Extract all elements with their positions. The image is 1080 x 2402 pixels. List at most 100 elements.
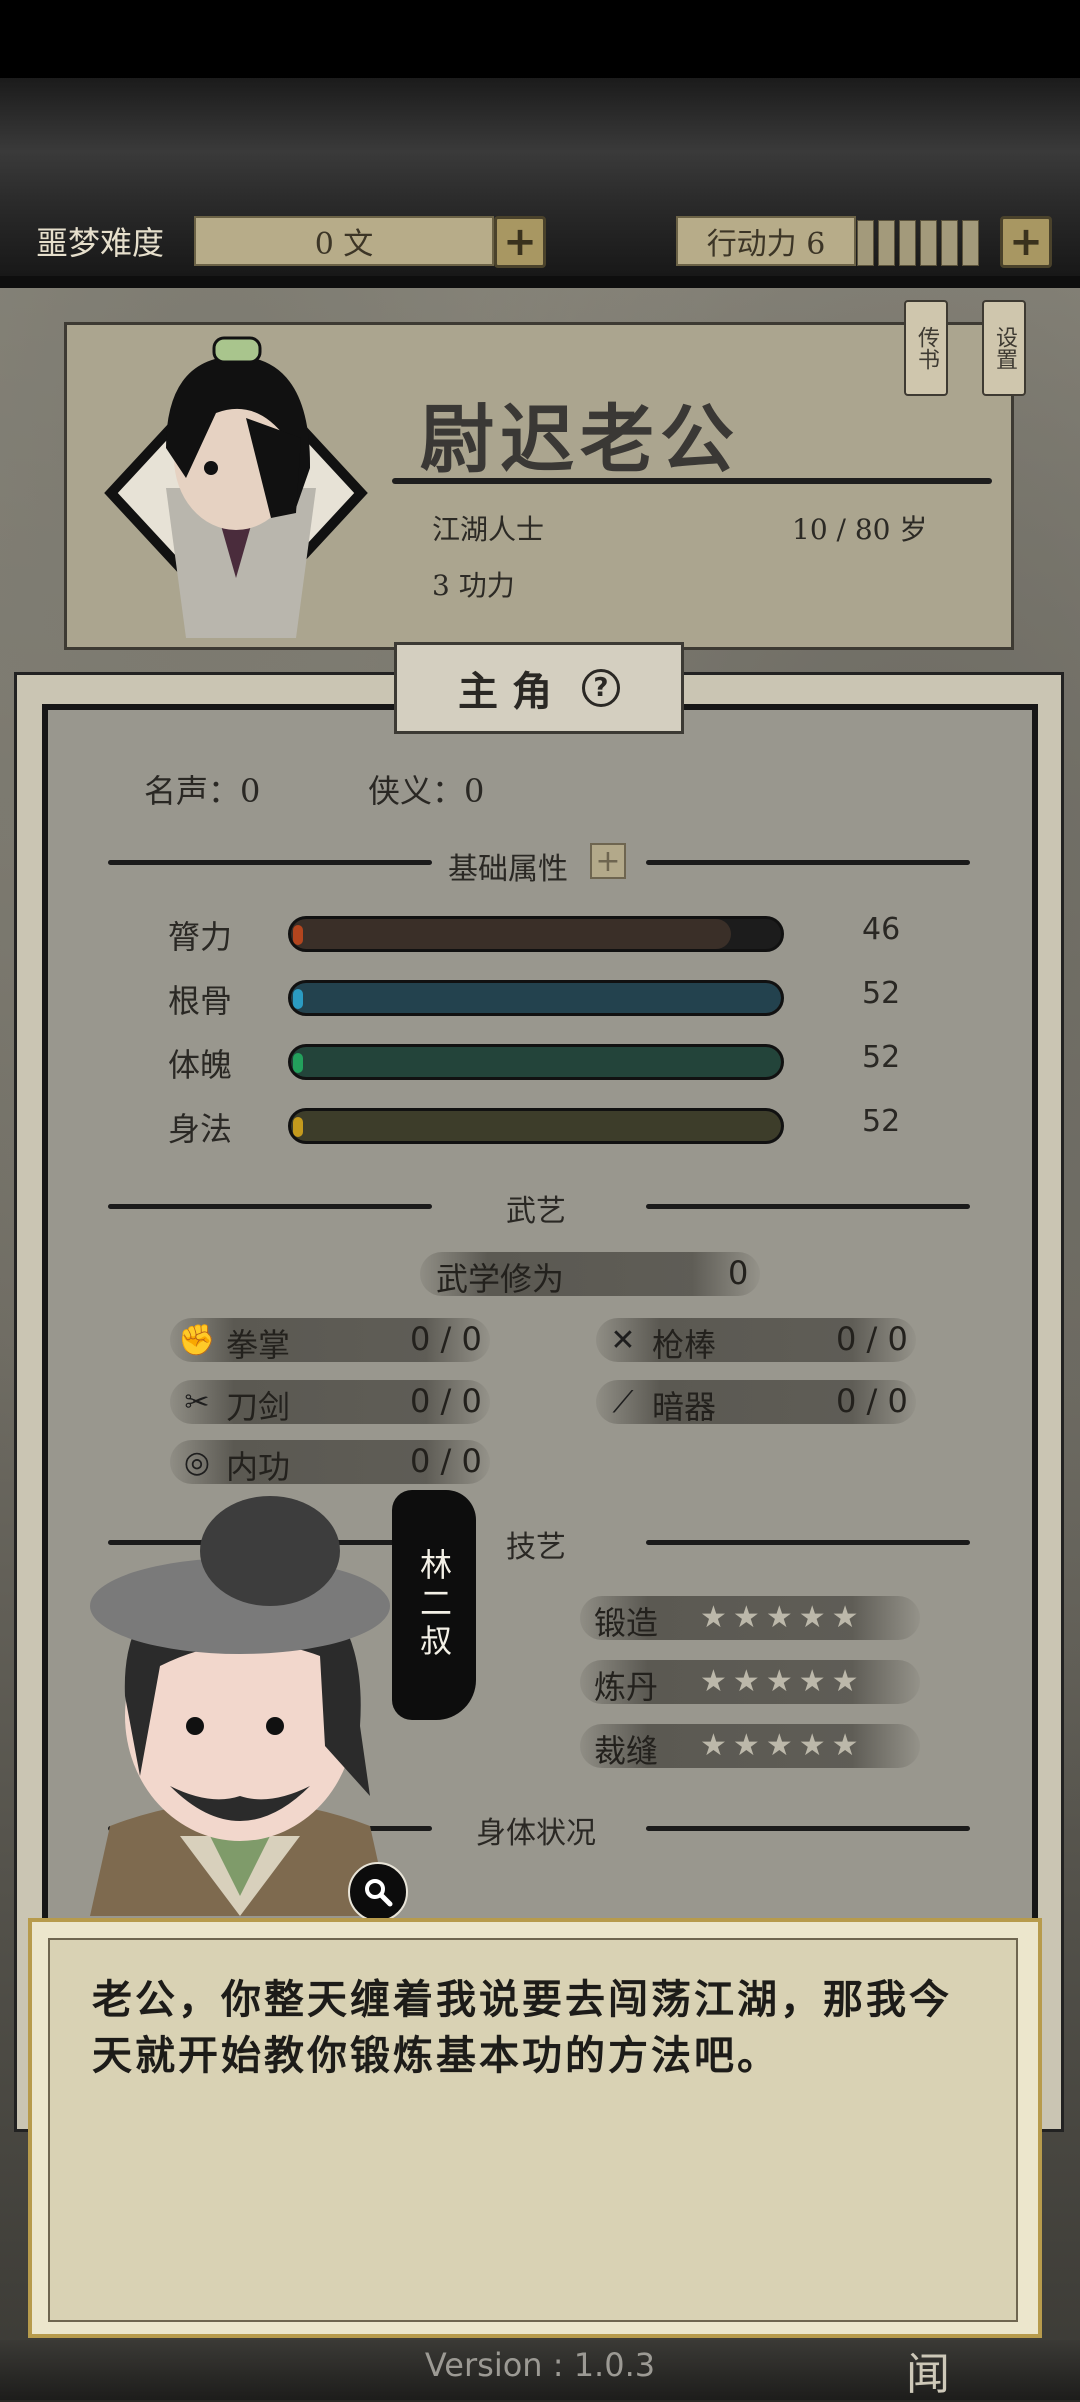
attribute-bar-fill <box>291 1047 781 1077</box>
character-name: 尉迟老公 <box>420 397 740 483</box>
attribute-label: 膂力 <box>168 918 233 956</box>
difficulty-label: 噩梦难度 <box>36 224 165 262</box>
action-pip <box>878 220 895 266</box>
attribute-value: 52 <box>862 1040 901 1075</box>
attribute-bar-cap <box>293 1117 303 1137</box>
character-age: 10 / 80 岁 <box>792 513 928 546</box>
npc-portrait <box>90 1496 390 1916</box>
tab-label: 主 角 <box>458 668 552 715</box>
star-icon: ★ <box>732 1600 760 1635</box>
martial-skill-label: 内功 <box>226 1448 291 1486</box>
attribute-label: 体魄 <box>168 1046 233 1084</box>
action-points-label: 行动力 6 <box>676 216 856 266</box>
craft-label: 锻造 <box>594 1604 659 1642</box>
star-icon: ★ <box>700 1600 727 1635</box>
inner-energy-icon: ◎ <box>183 1444 211 1480</box>
attribute-bar-cap <box>293 925 303 945</box>
martial-skill-value: 0 / 0 <box>410 1382 482 1420</box>
npc-nameplate: 林二叔 <box>392 1490 476 1720</box>
attribute-bar <box>288 1108 784 1144</box>
martial-skill-value: 0 / 0 <box>410 1442 482 1480</box>
add-action-points-button[interactable]: + <box>1000 216 1052 268</box>
fist-icon: ✊ <box>178 1322 216 1358</box>
attribute-bar-fill <box>291 1111 781 1141</box>
star-icon: ★ <box>765 1664 793 1699</box>
star-icon: ★ <box>831 1664 859 1699</box>
attribute-bar <box>288 1044 784 1080</box>
star-icon: ★ <box>831 1600 859 1635</box>
character-kungfu: 3 功力 <box>432 569 515 602</box>
martial-skill-value: 0 / 0 <box>836 1320 908 1358</box>
action-points-pips <box>857 220 979 266</box>
section-body-condition: 身体状况 <box>476 1816 596 1851</box>
action-pip <box>920 220 937 266</box>
martial-skill-label: 拳掌 <box>226 1326 291 1364</box>
star-icon: ★ <box>700 1664 727 1699</box>
magnify-button[interactable] <box>348 1862 408 1922</box>
martial-skill-label: 刀剑 <box>226 1388 291 1426</box>
craft-label: 炼丹 <box>594 1668 659 1706</box>
martial-skill-value: 0 / 0 <box>410 1320 482 1358</box>
star-icon: ★ <box>700 1728 727 1763</box>
section-basic-attributes: 基础属性 <box>448 852 568 887</box>
attribute-value: 52 <box>862 1104 901 1139</box>
attribute-bar-cap <box>293 1053 303 1073</box>
star-icon: ★ <box>798 1664 826 1699</box>
star-icon: ★ <box>798 1728 826 1763</box>
name-divider <box>392 478 992 484</box>
martial-skill-label: 暗器 <box>652 1388 717 1426</box>
sword-icon: ✂ <box>184 1384 210 1420</box>
craft-label: 裁缝 <box>594 1732 659 1770</box>
attribute-label: 根骨 <box>168 982 233 1020</box>
star-icon: ★ <box>765 1600 793 1635</box>
star-icon: ★ <box>831 1728 859 1763</box>
tab-protagonist[interactable]: 主 角 ? <box>394 642 684 734</box>
add-currency-button[interactable]: + <box>494 216 546 268</box>
martial-skill-value: 0 / 0 <box>836 1382 908 1420</box>
star-icon: ★ <box>798 1600 826 1635</box>
status-bar <box>0 0 1080 78</box>
cultivation-value: 0 <box>728 1254 749 1292</box>
section-rule <box>646 1204 970 1209</box>
fame-stat: 名声：0 <box>144 772 261 810</box>
action-pip <box>962 220 979 266</box>
attribute-bar-cap <box>293 989 303 1009</box>
attribute-bar <box>288 980 784 1016</box>
spear-icon: ✕ <box>610 1322 636 1358</box>
letters-button[interactable]: 传书 <box>904 300 948 396</box>
section-rule <box>646 1540 970 1545</box>
allocate-attributes-button[interactable]: + <box>590 843 626 879</box>
section-martial: 武艺 <box>506 1194 566 1229</box>
action-pip <box>941 220 958 266</box>
attribute-bar-fill <box>291 983 781 1013</box>
section-crafts: 技艺 <box>506 1530 566 1565</box>
craft-rating: ★ ★ ★ ★ ★ <box>700 1600 859 1635</box>
version-label: Version : 1.0.3 <box>424 2346 656 2384</box>
section-rule <box>108 860 432 865</box>
section-rule <box>646 1826 970 1831</box>
star-icon: ★ <box>732 1728 760 1763</box>
martial-skill-label: 枪棒 <box>652 1326 717 1364</box>
attribute-bar-fill <box>291 919 731 949</box>
star-icon: ★ <box>765 1728 793 1763</box>
craft-rating: ★ ★ ★ ★ ★ <box>700 1728 859 1763</box>
search-icon <box>365 1879 393 1907</box>
attribute-value: 46 <box>862 912 901 947</box>
action-pip <box>899 220 916 266</box>
dialog-text: 老公，你整天缠着我说要去闯荡江湖，那我今天就开始教你锻炼基本功的方法吧。 <box>92 1976 952 2079</box>
dart-icon: ⟋ <box>612 1384 634 1420</box>
chivalry-stat: 侠义：0 <box>368 772 485 810</box>
craft-rating: ★ ★ ★ ★ ★ <box>700 1664 859 1699</box>
attribute-label: 身法 <box>168 1110 233 1148</box>
section-rule <box>108 1204 432 1209</box>
cultivation-label: 武学修为 <box>436 1260 565 1298</box>
player-portrait[interactable] <box>96 318 376 638</box>
character-identity: 江湖人士 <box>432 513 545 546</box>
star-icon: ★ <box>732 1664 760 1699</box>
attribute-value: 52 <box>862 976 901 1011</box>
attribute-bar <box>288 916 784 952</box>
settings-button[interactable]: 设置 <box>982 300 1026 396</box>
help-icon[interactable]: ? <box>581 669 620 707</box>
difficulty-value: 0 文 <box>194 216 494 266</box>
action-pip <box>857 220 874 266</box>
